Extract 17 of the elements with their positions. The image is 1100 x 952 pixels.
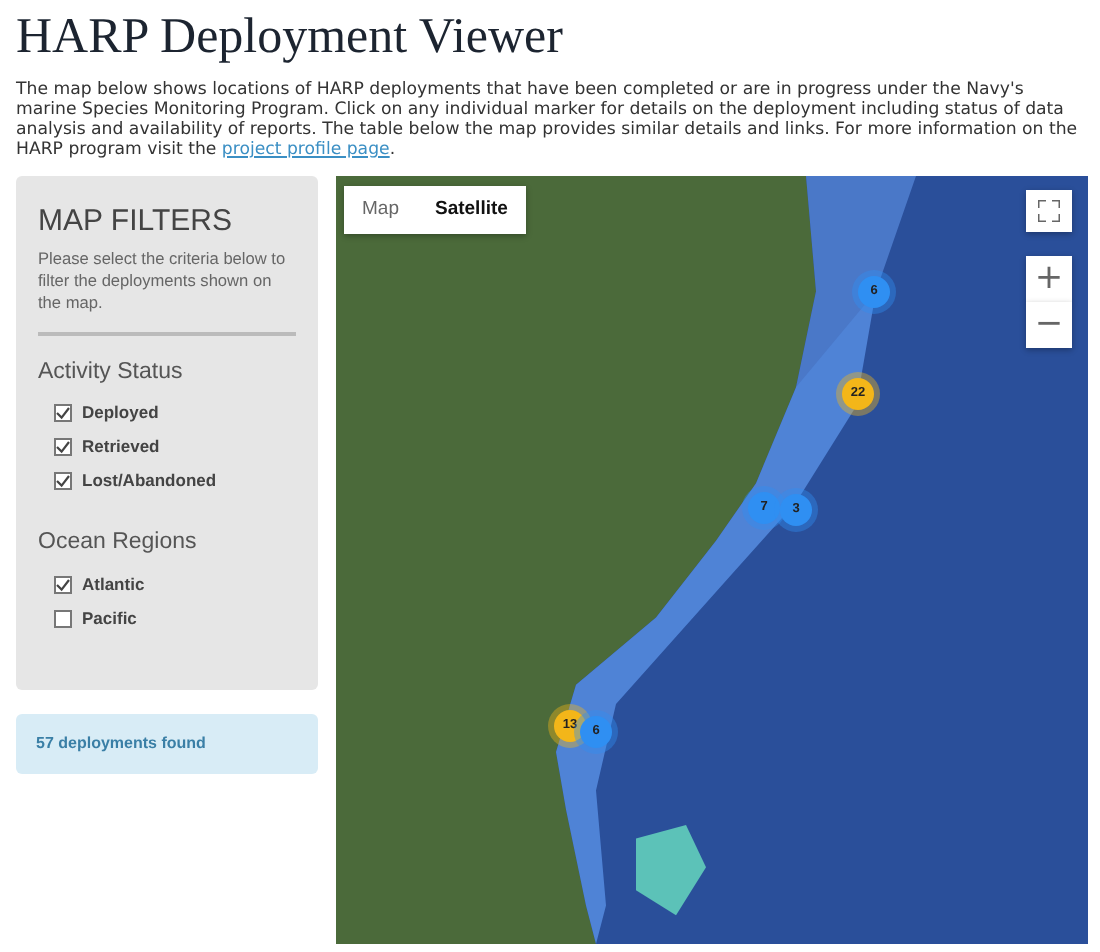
zoom-in-button[interactable]: +: [1026, 256, 1072, 302]
filter-option-label: Lost/Abandoned: [82, 468, 217, 495]
page-title: HARP Deployment Viewer: [16, 8, 565, 68]
intro-paragraph: The map below shows locations of HARP deployments that have been completed or are in progress under the Navy's marine Species Monitoring Program. Click on any individual marker for details on the deployment including status of data analysis and availability of reports. The table below the map provides similar details and links. For more information on the HARP program visit the project profile page.: [16, 80, 1080, 160]
zoom-out-button[interactable]: −: [1026, 302, 1072, 348]
filters-hint: Please select the criteria below to filter the deployments shown on the map.: [38, 248, 296, 336]
result-count: 57 deployments found: [16, 714, 318, 774]
filter-group-title: Activity Status: [38, 358, 185, 388]
filter-group-title: Ocean Regions: [38, 528, 199, 559]
filter-option-label: Atlantic: [82, 571, 145, 597]
filter-option-label: Deployed: [82, 400, 159, 427]
project-profile-link[interactable]: project profile page: [221, 140, 390, 160]
map-type-tab[interactable]: Map: [344, 186, 417, 235]
filter-option-label: Retrieved: [82, 434, 160, 461]
filters-title: MAP FILTERS: [38, 204, 234, 240]
map-type-tab[interactable]: Satellite: [416, 186, 526, 235]
filter-option-label: Pacific: [82, 605, 137, 631]
